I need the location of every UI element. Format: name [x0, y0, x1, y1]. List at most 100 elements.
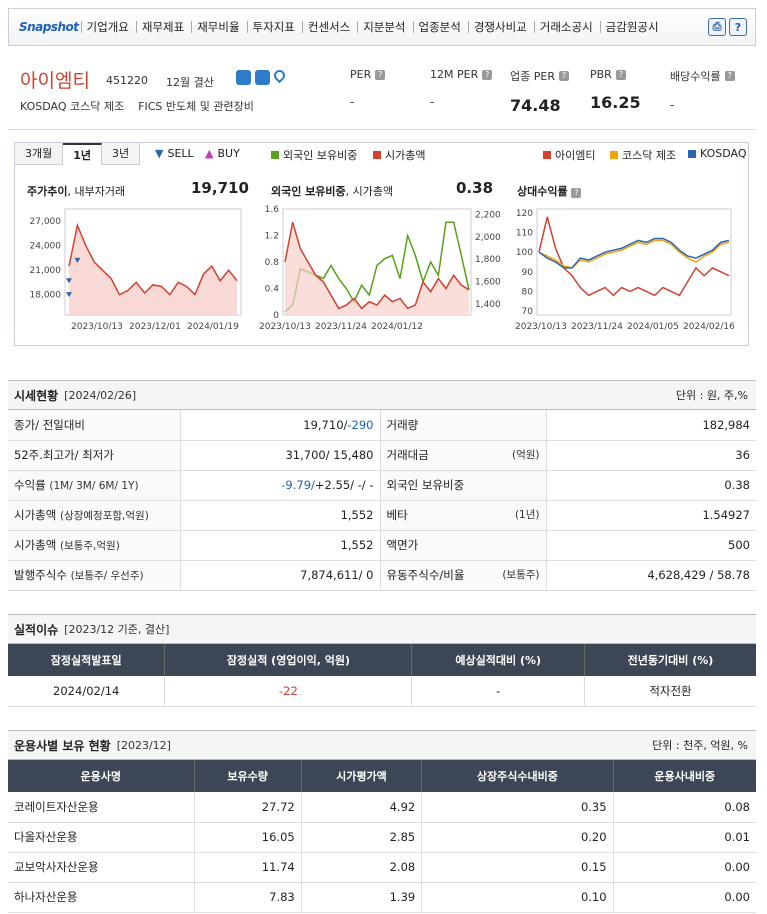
y-tick-label: 0	[273, 311, 279, 321]
series-line	[538, 239, 730, 269]
y-tick-label: 18,000	[30, 291, 62, 301]
sell-marker-icon: ▼	[155, 147, 164, 160]
tab-3m[interactable]: 3개월	[15, 143, 64, 165]
help-icon: ?	[482, 69, 493, 80]
earnings-section: 실적이슈 [2023/12 기준, 결산] 잠정실적발표일 잠정실적 (영업이익, …	[8, 614, 756, 707]
nav-item[interactable]: 거래소공시	[533, 21, 598, 33]
phone-icon[interactable]	[255, 70, 270, 85]
earnings-table: 잠정실적발표일 잠정실적 (영업이익, 억원) 예상실적대비 (%) 전년동기대비 (…	[8, 644, 756, 707]
chart2-value: 0.38	[456, 179, 494, 197]
company-name: 아이엠티	[20, 70, 90, 92]
table-row: 교보악사자산운용 11.74 2.08 0.15 0.00	[8, 852, 756, 883]
company-market: KOSDAQ 코스닥 제조 FICS 반도체 및 관련장비	[20, 100, 254, 113]
table-row: 시가총액 (상장예정포함,억원) 1,552 베타 (1년) 1.54927	[8, 500, 756, 531]
x-tick-label: 2024/02/16	[683, 322, 735, 332]
pbr-metric: PBR? 16.25	[590, 68, 641, 112]
table-row: 52주.최고가/ 최저가 31,700/ 15,480 거래대금 (억원) 36	[8, 440, 756, 471]
nav-item[interactable]: 지분분석	[357, 21, 410, 33]
y-tick-label-right: 1,600	[475, 278, 501, 288]
table-row: 코레이트자산운용 27.72 4.92 0.35 0.08	[8, 792, 756, 823]
table-row: 종가/ 전일대비 19,710/-290 거래량 182,984	[8, 410, 756, 441]
per-metric: PER? -	[350, 68, 386, 109]
nav-item[interactable]: 재무비율	[191, 21, 244, 33]
nav-snapshot[interactable]: Snapshot	[19, 20, 79, 34]
y-tick-label: 70	[522, 307, 534, 317]
price-table: 종가/ 전일대비 19,710/-290 거래량 182,984 52주.최고가/…	[8, 410, 756, 591]
fund-holdings-section: 운용사별 보유 현황 [2023/12] 단위 : 천주, 억원, % 운용사명 보유…	[8, 730, 756, 913]
nav-item[interactable]: 재무제표	[135, 21, 189, 33]
legend-sell: ▼ SELL	[155, 147, 194, 160]
section-title: 시세현황	[14, 388, 59, 403]
y-tick-label: 1.6	[265, 205, 280, 215]
help-icon: ?	[375, 69, 386, 80]
nav-item[interactable]: 업종분석	[412, 21, 466, 33]
y-tick-label-right: 1,400	[475, 300, 501, 310]
table-row: 다올자산운용 16.05 2.85 0.20 0.01	[8, 822, 756, 853]
y-tick-label-right: 2,200	[475, 211, 501, 221]
company-code: 451220	[106, 74, 148, 87]
legend-kosdaq-mfg: 코스닥 제조	[610, 147, 676, 163]
table-row: 발행주식수 (보통주/ 우선주) 7,874,611/ 0 유동주식수/비율 (보…	[8, 560, 756, 591]
x-tick-label: 2023/10/13	[71, 322, 123, 332]
price-chart: 27,000 24,000 21,000 18,000 2023/10/13 2023/1…	[30, 208, 242, 332]
y-tick-label: 24,000	[30, 242, 62, 252]
y-tick-label: 120	[516, 209, 533, 219]
table-cell: 적자전환	[583, 676, 756, 707]
dividend-yield-metric: 배당수익률? -	[670, 68, 735, 112]
table-row: 수익률 (1M/ 3M/ 6M/ 1Y) -9.79/+2.55/ -/ - 외…	[8, 470, 756, 501]
tab-3y[interactable]: 3년	[102, 143, 141, 165]
chart2-title: 외국인 보유비중, 시가총액	[271, 185, 394, 198]
y-tick-label: 1.2	[265, 232, 279, 242]
buy-marker-icon: ▲	[205, 147, 214, 160]
x-tick-label: 2023/11/24	[315, 322, 367, 332]
nav-item[interactable]: 컨센서스	[301, 21, 355, 33]
legend-kosdaq: KOSDAQ	[688, 147, 747, 160]
y-tick-label: 80	[522, 287, 534, 297]
nav-item[interactable]: 금감원공시	[599, 21, 664, 33]
print-icon[interactable]: ⎙	[708, 18, 726, 36]
plot-frame	[536, 208, 732, 316]
help-icon: ?	[724, 71, 735, 81]
nav-item[interactable]: 경쟁사비교	[467, 21, 532, 33]
legend-foreign: 외국인 보유비중	[271, 147, 357, 163]
section-title: 실적이슈	[14, 622, 59, 637]
industry-per-metric: 업종 PER? 74.48	[510, 68, 569, 115]
x-tick-label: 2023/10/13	[515, 322, 567, 332]
nav-item[interactable]: 기업개요	[80, 21, 134, 33]
table-cell: -	[411, 676, 585, 707]
x-tick-label: 2024/01/19	[187, 322, 239, 332]
home-icon[interactable]	[236, 70, 251, 85]
table-cell: -22	[164, 676, 412, 707]
chart3-title: 상대수익률 ?	[517, 183, 582, 199]
y-tick-label: 90	[522, 268, 534, 278]
y-tick-label: 0.8	[265, 258, 280, 268]
help-icon: ?	[571, 188, 582, 198]
legend-buy: ▲ BUY	[205, 147, 240, 160]
chart1-value: 19,710	[191, 179, 249, 197]
fiscal-month: 12월 결산	[166, 76, 214, 89]
chart1-title: 주가추이, 내부자거래	[27, 185, 126, 198]
x-tick-label: 2024/01/05	[627, 322, 679, 332]
table-row: 하나자산운용 7.83 1.39 0.10 0.00	[8, 882, 756, 913]
nav-item[interactable]: 투자지표	[246, 21, 300, 33]
y-tick-label: 21,000	[30, 266, 62, 276]
company-header: 아이엠티 451220 12월 결산 KOSDAQ 코스닥 제조 FICS 반도…	[8, 54, 756, 130]
x-tick-label: 2023/11/24	[571, 322, 623, 332]
fund-table: 운용사명 보유수량 시가평가액 상장주식수내비중 운용사내비중 코레이트자산운용 27.7…	[8, 760, 756, 913]
table-row: 시가총액 (보통주,억원) 1,552 액면가 500	[8, 530, 756, 561]
section-title: 운용사별 보유 현황	[14, 738, 111, 753]
table-cell: 2024/02/14	[8, 676, 165, 707]
x-tick-label: 2024/01/12	[371, 322, 423, 332]
price-area	[69, 225, 237, 315]
y-tick-label-right: 2,000	[475, 233, 501, 243]
series-line	[538, 237, 730, 269]
help-icon: ?	[615, 69, 626, 80]
y-tick-label: 27,000	[30, 217, 62, 227]
help-icon[interactable]: ?	[729, 18, 747, 36]
map-pin-icon[interactable]	[271, 67, 288, 84]
y-tick-label: 110	[516, 229, 533, 239]
tab-1y[interactable]: 1년	[63, 143, 103, 165]
top-nav: Snapshot 기업개요 재무제표 재무비율 투자지표 컨센서스 지분분석 업…	[8, 8, 756, 46]
y-tick-label-right: 1,800	[475, 255, 501, 265]
relative-return-chart: 120 110 100 90 80 70 2023/10/13 2023/11/24 2024/…	[515, 208, 735, 332]
